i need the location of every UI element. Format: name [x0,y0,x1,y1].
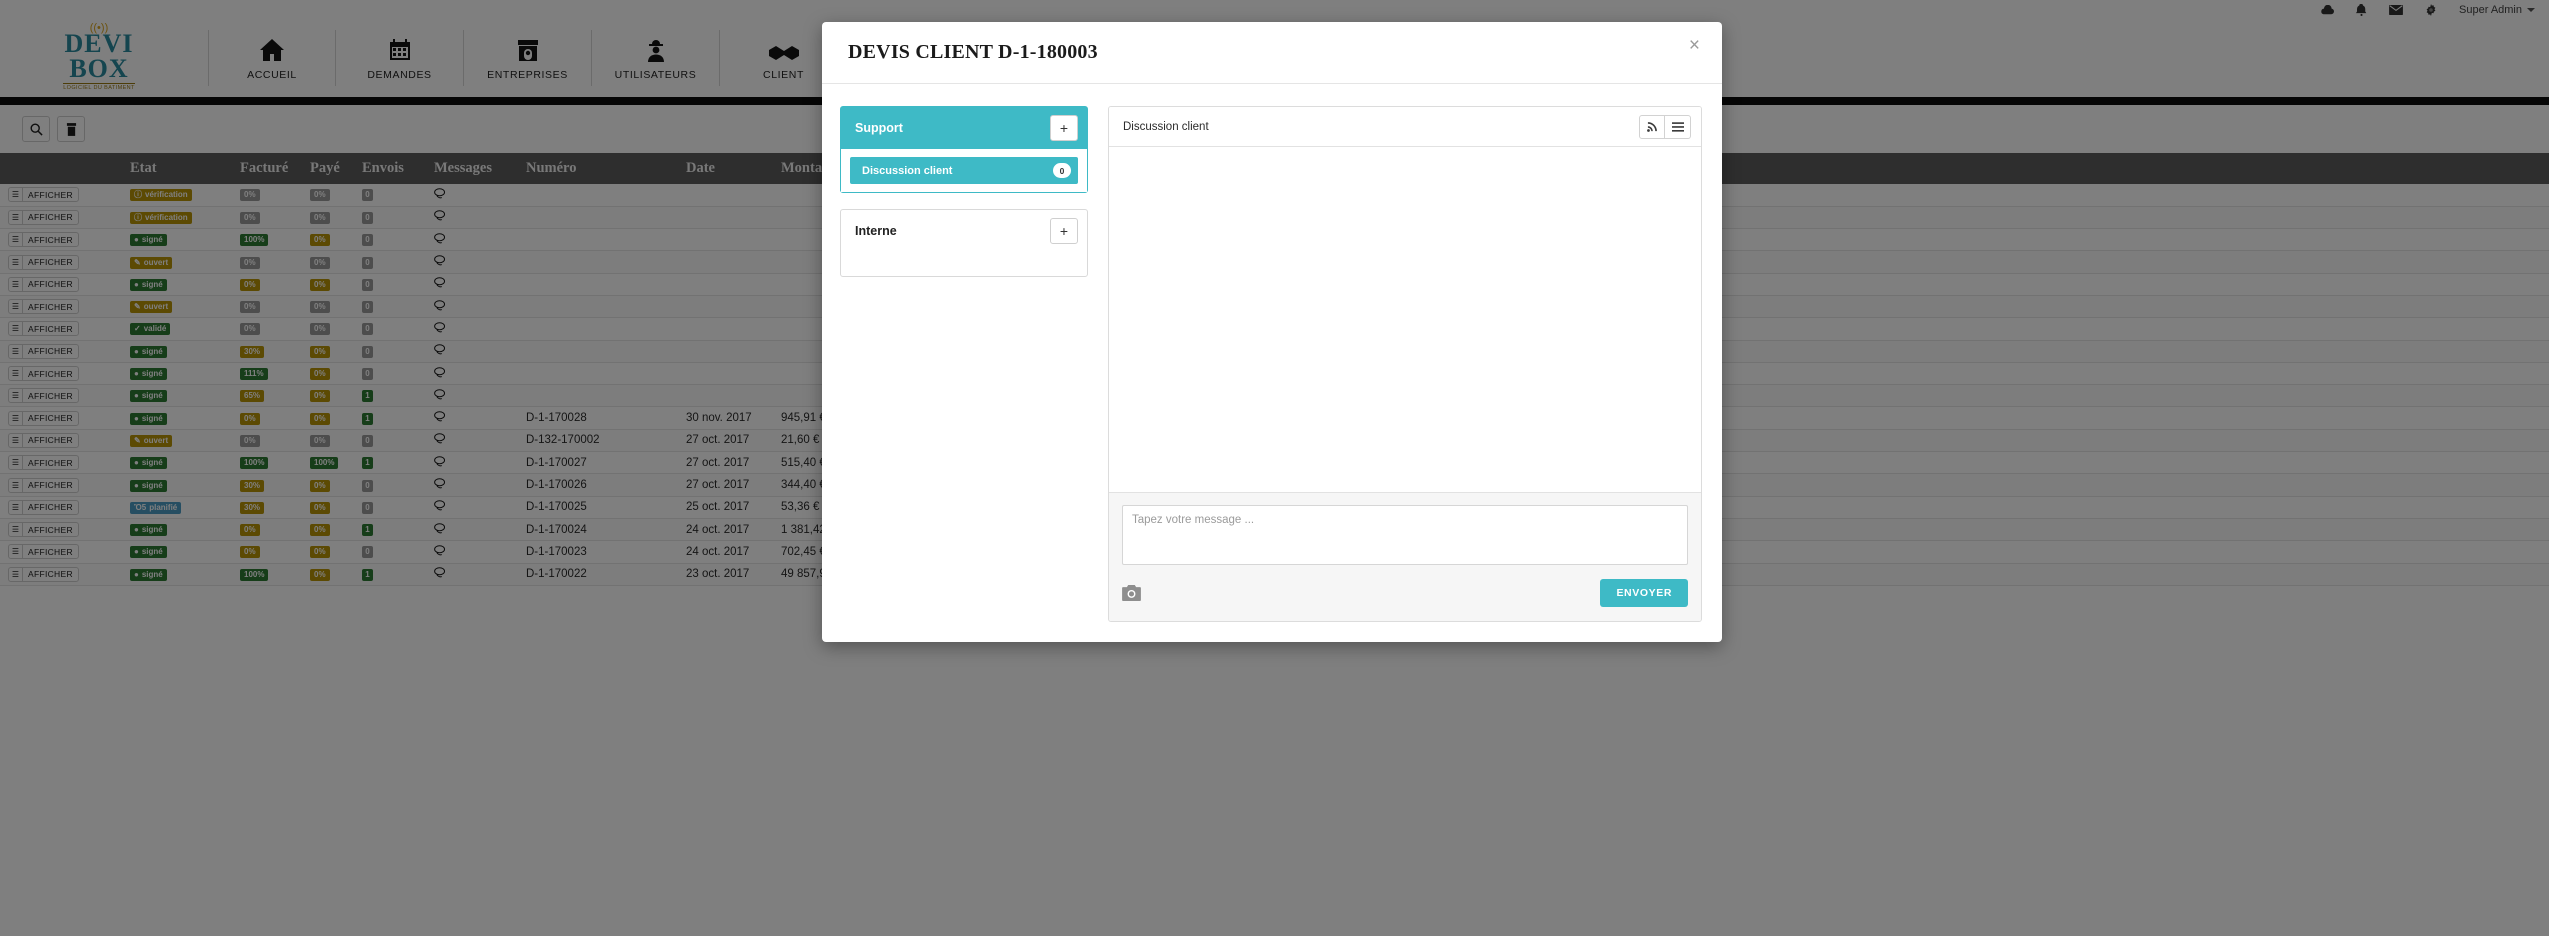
screen: Super Admin ((•)) DEVI BOX LOGICIEL DU B… [0,0,2549,936]
support-panel-title: Support [855,121,903,135]
interne-panel: Interne + [840,209,1088,277]
modal-sidebar: Support + Discussion client 0 Interne + [840,106,1088,622]
conversation-pane: Discussion client Tapez votre message ..… [1108,106,1702,622]
thread-count-badge: 0 [1053,163,1071,178]
thread-discussion-client[interactable]: Discussion client 0 [850,157,1078,184]
interne-panel-body [841,252,1087,276]
support-panel-body: Discussion client 0 [841,149,1087,192]
conversation-header: Discussion client [1109,107,1701,147]
thread-label: Discussion client [862,164,953,177]
modal-title: DEVIS CLIENT D-1-180003 [848,41,1098,63]
conversation-title: Discussion client [1123,120,1209,133]
camera-icon[interactable] [1122,585,1141,601]
send-button[interactable]: ENVOYER [1600,579,1688,607]
modal-body: Support + Discussion client 0 Interne + [822,84,1722,642]
support-panel: Support + Discussion client 0 [840,106,1088,193]
modal-header: DEVIS CLIENT D-1-180003 × [822,22,1722,84]
close-icon[interactable]: × [1689,36,1700,55]
interne-panel-header: Interne + [841,210,1087,252]
message-list[interactable] [1109,147,1701,492]
message-composer: ENVOYER [1109,492,1701,621]
add-support-thread-button[interactable]: + [1050,115,1078,141]
support-panel-header: Support + [841,107,1087,149]
rss-icon[interactable] [1639,114,1665,139]
interne-panel-title: Interne [855,224,897,238]
conversation-actions [1639,114,1691,139]
message-input[interactable] [1122,505,1688,565]
composer-actions: ENVOYER [1122,579,1688,607]
devis-client-modal: DEVIS CLIENT D-1-180003 × Support + Disc… [822,22,1722,642]
add-interne-thread-button[interactable]: + [1050,218,1078,244]
list-icon[interactable] [1665,114,1691,139]
